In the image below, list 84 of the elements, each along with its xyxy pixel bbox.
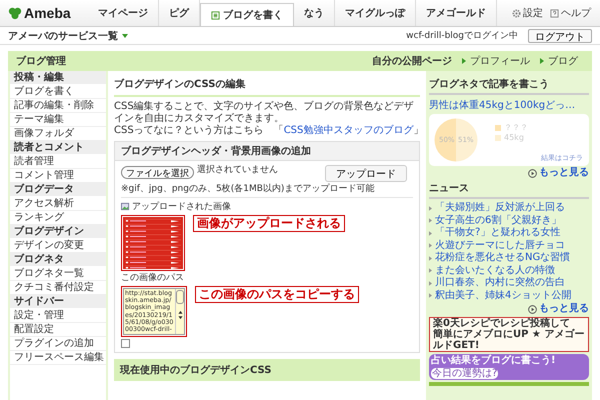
arrow-icon — [540, 58, 544, 64]
widget-title: ブログネタで記事を書こう — [429, 77, 589, 95]
sidebar-heading: 投稿・編集 — [10, 71, 106, 85]
news-link[interactable]: 川口春奈、内村に突然の告白 — [435, 277, 565, 290]
staff-blog-link[interactable]: CSS勉強中スタッフのブログ — [284, 125, 414, 136]
sidebar-heading: ブログネタ — [10, 253, 106, 267]
arrow-icon — [462, 58, 466, 64]
question-link[interactable]: 男性は体重45kgと100kgどっ… — [429, 100, 576, 111]
sidebar-item[interactable]: テーマ編集 — [10, 113, 106, 127]
scroll-arrows-icon — [178, 310, 182, 320]
annotation-label: この画像のパスをコピーする — [195, 286, 359, 303]
news-link[interactable]: 火遊びテーマにした唇チョコ — [435, 240, 565, 252]
banner-text: 簡単にアメブロにUP ★ アメゴールドGET! — [433, 329, 585, 351]
arrow-icon — [429, 230, 432, 236]
widget-title: ニュース — [429, 181, 589, 199]
sidebar-heading: サイドバー — [10, 295, 106, 309]
annotation-label: 画像がアップロードされる — [193, 215, 345, 232]
panel-heading: ブログデザインヘッダ・背景用画像の追加 — [115, 142, 419, 161]
nav-tab[interactable]: ブログを書く — [200, 3, 294, 26]
file-button[interactable]: ファイルを選択 — [121, 166, 194, 179]
sidebar-item[interactable]: ブログネタ一覧 — [10, 267, 106, 281]
sidebar-item[interactable]: ブログを書く — [10, 85, 106, 99]
play-icon — [528, 168, 537, 178]
sidebar-item[interactable]: 配置設定 — [10, 323, 106, 337]
arrow-icon — [429, 280, 432, 286]
pie-drawing — [433, 117, 479, 163]
more-link[interactable]: もっと見る — [539, 303, 589, 315]
nav-tab[interactable]: マイグルっぽ — [335, 0, 416, 26]
services-menu[interactable]: アメーバのサービス一覧 — [8, 28, 118, 42]
fortune-banner[interactable]: 占い結果をブログに書こう! — [431, 355, 556, 367]
play-icon — [528, 304, 537, 314]
arrow-icon — [429, 256, 432, 261]
legend-label: ？？？ — [504, 122, 528, 133]
sidebar-item[interactable]: 読者管理 — [10, 155, 106, 169]
image-icon — [121, 202, 130, 211]
clover-icon — [8, 6, 22, 20]
sidebar-item[interactable]: 設定・管理 — [10, 309, 106, 323]
logo[interactable]: Ameba — [0, 0, 88, 26]
sidebar-item[interactable]: フリースペース編集 — [10, 351, 106, 365]
header-link[interactable]: プロフィール — [470, 54, 530, 68]
banner-badge: 今日の運勢は? — [431, 368, 498, 379]
section-heading: 現在使用中のブログデザインCSS — [114, 359, 420, 382]
checkbox[interactable] — [121, 339, 130, 348]
admin-title: ブログ管理 — [16, 54, 66, 68]
news-link[interactable]: 「干物女?」と疑われる女性 — [435, 227, 560, 240]
upload-button[interactable]: アップロード — [325, 165, 407, 182]
caret-icon — [122, 34, 128, 38]
news-link[interactable]: 花粉症を悪化させるNGな習慣 — [435, 252, 570, 264]
logout-button[interactable]: ログアウト — [528, 28, 592, 42]
sidebar-heading: ブログデータ — [10, 183, 106, 197]
arrow-icon — [429, 243, 432, 248]
help-icon — [550, 8, 559, 18]
nav-tab[interactable]: アメゴールド — [416, 0, 497, 26]
nav-tab[interactable]: マイページ — [88, 0, 159, 26]
help-text: CSSってなに？という方はこちら 「CSS勉強中スタッフのブログ」 — [114, 125, 424, 136]
sidebar-item[interactable]: アクセス解析 — [10, 197, 106, 211]
arrow-icon — [429, 268, 432, 274]
description: CSS編集することで、文字のサイズや色、ブログの背景色などデザインを自由にカスタマイズできます。 — [114, 101, 415, 124]
news-link[interactable]: また会いたくなる人の特徴 — [435, 264, 555, 277]
file-status: 選択されていません — [197, 164, 278, 176]
banner-text: 楽0天レシピでレシピ投稿して — [433, 318, 570, 329]
sidebar-heading: 読者とコメント — [10, 141, 106, 155]
upload-note: ※gif、jpg、pngのみ、5枚(各1MB以内)までアップロード可能 — [121, 182, 376, 195]
arrow-icon — [429, 206, 432, 211]
login-status: wcf-drill-blogでログイン中 — [406, 30, 518, 42]
arrow-icon — [429, 293, 432, 298]
settings-link[interactable]: 設定 — [523, 6, 543, 20]
sidebar-heading: ブログデザイン — [10, 225, 106, 239]
path-label: この画像のパス — [121, 272, 185, 284]
sidebar-item[interactable]: 記事の編集・削除 — [10, 99, 106, 113]
news-link[interactable]: 女子高生の6割「父親好き」 — [435, 214, 562, 227]
sidebar-item[interactable]: プラグインの追加 — [10, 337, 106, 351]
gear-icon — [512, 8, 521, 18]
help-link[interactable]: ヘルプ — [561, 6, 591, 20]
nav-tab[interactable]: なう — [294, 0, 335, 26]
news-link[interactable]: 釈由美子、姉妹4ショット公開 — [435, 290, 572, 302]
news-link[interactable]: 「夫婦別姓」反対派が上回る — [435, 202, 565, 214]
public-page-link[interactable]: 自分の公開ページ — [372, 54, 452, 68]
recipe-banner[interactable]: 楽0天レシピでレシピ投稿して 簡単にアメブロにUP ★ アメゴールドGET! — [429, 317, 589, 352]
uploaded-label: アップロードされた画像 — [132, 200, 231, 213]
more-link[interactable]: もっと見る — [539, 167, 589, 179]
header-link[interactable]: ブログ — [548, 54, 578, 68]
page-title: ブログデザインのCSSの編集 — [114, 77, 420, 97]
arrow-icon — [429, 218, 432, 224]
